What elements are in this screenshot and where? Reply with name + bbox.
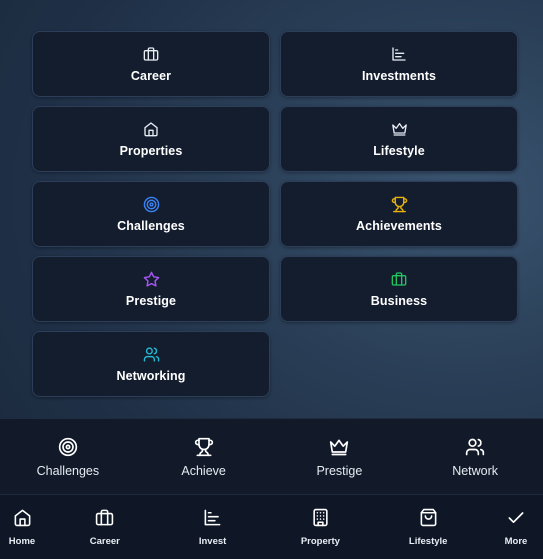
nav-item-label: Property xyxy=(300,535,340,547)
bar-chart-icon xyxy=(203,508,223,528)
quick-item-prestige[interactable]: Prestige xyxy=(272,419,408,495)
nav-item-career[interactable]: Career xyxy=(60,495,150,559)
tile-label: Business xyxy=(370,294,428,308)
quick-item-network[interactable]: Network xyxy=(407,419,543,495)
nav-item-label: Invest xyxy=(198,535,227,547)
nav-item-lifestyle[interactable]: Lifestyle xyxy=(383,495,473,559)
home-icon xyxy=(12,508,32,528)
home-icon xyxy=(142,120,160,138)
bottom-nav: Home Career Invest Property Lifestyle Mo… xyxy=(0,494,543,559)
nav-item-home[interactable]: Home xyxy=(2,495,42,559)
tile-label: Achievements xyxy=(356,219,442,233)
quick-item-challenges[interactable]: Challenges xyxy=(0,419,136,495)
tile-networking[interactable]: Networking xyxy=(32,331,270,397)
shopping-bag-icon xyxy=(418,508,438,528)
tile-lifestyle[interactable]: Lifestyle xyxy=(280,106,518,172)
tile-challenges[interactable]: Challenges xyxy=(32,181,270,247)
tile-label: Career xyxy=(130,69,172,83)
tile-label: Lifestyle xyxy=(373,144,425,158)
quick-item-label: Network xyxy=(452,464,499,478)
tile-label: Challenges xyxy=(117,219,185,233)
bar-chart-icon xyxy=(390,45,408,63)
nav-item-more[interactable]: More xyxy=(491,495,541,559)
nav-item-label: Lifestyle xyxy=(408,535,448,547)
tile-label: Properties xyxy=(119,144,183,158)
quick-item-label: Challenges xyxy=(36,464,100,478)
star-icon xyxy=(142,270,160,288)
users-icon xyxy=(464,436,486,458)
tile-properties[interactable]: Properties xyxy=(32,106,270,172)
target-icon xyxy=(142,195,160,213)
building-icon xyxy=(310,508,330,528)
tile-career[interactable]: Career xyxy=(32,31,270,97)
quick-item-achieve[interactable]: Achieve xyxy=(136,419,272,495)
quick-access-bar: Challenges Achieve Prestige Network xyxy=(0,418,543,495)
menu-grid: Career Investments Properties Lifestyle … xyxy=(32,31,520,397)
briefcase-icon xyxy=(95,508,115,528)
nav-item-property[interactable]: Property xyxy=(275,495,365,559)
crown-icon xyxy=(328,436,350,458)
tile-investments[interactable]: Investments xyxy=(280,31,518,97)
tile-label: Investments xyxy=(361,69,437,83)
nav-item-label: Home xyxy=(8,535,36,547)
briefcase-icon xyxy=(142,45,160,63)
briefcase-icon xyxy=(390,270,408,288)
quick-item-label: Prestige xyxy=(316,464,363,478)
nav-item-label: More xyxy=(504,535,528,547)
trophy-icon xyxy=(390,195,408,213)
nav-item-label: Career xyxy=(89,535,120,547)
users-icon xyxy=(142,345,160,363)
check-icon xyxy=(506,508,526,528)
target-icon xyxy=(57,436,79,458)
tile-label: Prestige xyxy=(125,294,177,308)
crown-icon xyxy=(390,120,408,138)
quick-item-label: Achieve xyxy=(181,464,226,478)
tile-label: Networking xyxy=(116,369,186,383)
tile-business[interactable]: Business xyxy=(280,256,518,322)
trophy-icon xyxy=(193,436,215,458)
nav-item-invest[interactable]: Invest xyxy=(168,495,258,559)
tile-achievements[interactable]: Achievements xyxy=(280,181,518,247)
tile-prestige[interactable]: Prestige xyxy=(32,256,270,322)
